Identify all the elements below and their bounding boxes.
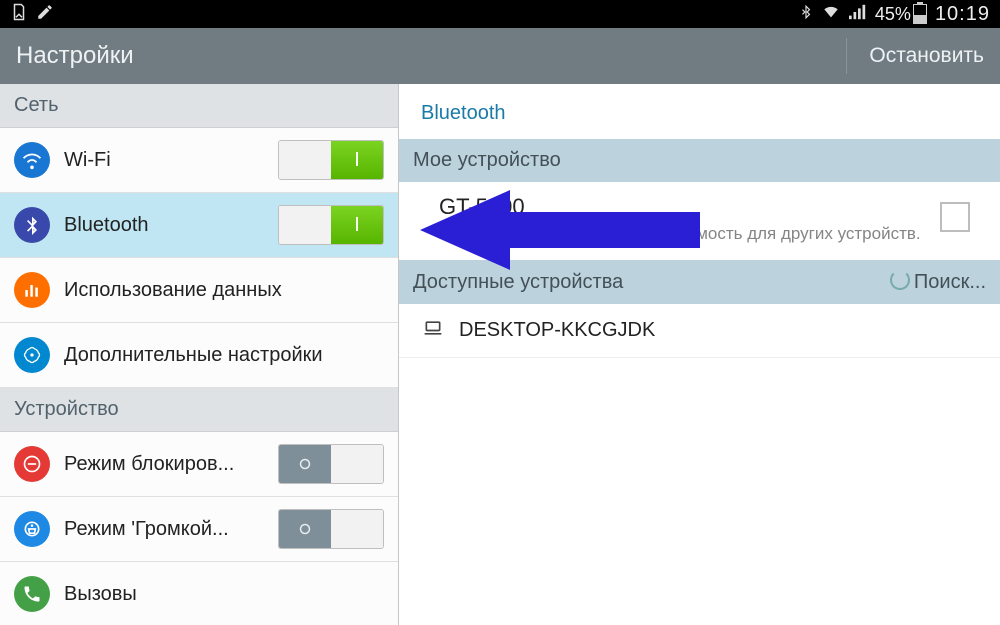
block-mode-icon <box>14 446 50 482</box>
sidebar-item-handsfree[interactable]: Режим 'Громкой... <box>0 497 398 562</box>
handsfree-icon <box>14 511 50 547</box>
content-pane: Bluetooth Мое устройство GT-5100 Выберит… <box>399 84 1000 625</box>
data-usage-label: Использование данных <box>64 279 384 302</box>
search-status: Поиск... <box>890 270 986 294</box>
bluetooth-label: Bluetooth <box>64 214 264 237</box>
sidebar-item-block-mode[interactable]: Режим блокиров... <box>0 432 398 497</box>
battery-indicator: 45% <box>875 4 927 25</box>
signal-icon <box>849 4 867 25</box>
bluetooth-icon <box>14 207 50 243</box>
block-mode-toggle[interactable] <box>278 444 384 484</box>
bluetooth-status-icon <box>799 3 813 26</box>
my-device-hint: Выберите, чтобы включить видимость для д… <box>439 224 960 244</box>
calls-label: Вызовы <box>64 583 384 606</box>
my-device-name: GT-5100 <box>439 194 960 220</box>
my-device-row[interactable]: GT-5100 Выберите, чтобы включить видимос… <box>399 182 1000 260</box>
battery-percent: 45% <box>875 4 911 25</box>
sidebar-item-calls[interactable]: Вызовы <box>0 562 398 625</box>
stop-button[interactable]: Остановить <box>846 38 984 74</box>
pencil-icon <box>36 3 54 26</box>
wifi-label: Wi-Fi <box>64 149 264 172</box>
wifi-toggle[interactable]: I <box>278 140 384 180</box>
action-bar: Настройки Остановить <box>0 28 1000 84</box>
content-title: Bluetooth <box>399 84 1000 139</box>
calls-icon <box>14 576 50 612</box>
section-device: Устройство <box>0 388 398 432</box>
device-name: DESKTOP-KKCGJDK <box>459 319 655 342</box>
wifi-status-icon <box>821 4 841 25</box>
sidebar-item-wifi[interactable]: Wi-Fi I <box>0 128 398 193</box>
sidebar-item-more[interactable]: Дополнительные настройки <box>0 323 398 388</box>
bluetooth-toggle[interactable]: I <box>278 205 384 245</box>
settings-sidebar: Сеть Wi-Fi I Bluetooth I Использование д… <box>0 84 399 625</box>
block-mode-label: Режим блокиров... <box>64 453 264 476</box>
page-title: Настройки <box>16 42 134 70</box>
handsfree-label: Режим 'Громкой... <box>64 518 264 541</box>
status-bar: 45% 10:19 <box>0 0 1000 28</box>
visibility-checkbox[interactable] <box>940 202 970 232</box>
more-icon <box>14 337 50 373</box>
data-usage-icon <box>14 272 50 308</box>
sidebar-item-bluetooth[interactable]: Bluetooth I <box>0 193 398 258</box>
handsfree-toggle[interactable] <box>278 509 384 549</box>
laptop-icon <box>421 318 445 343</box>
doc-icon <box>10 3 28 26</box>
clock: 10:19 <box>935 3 990 26</box>
wifi-icon <box>14 142 50 178</box>
available-device-row[interactable]: DESKTOP-KKCGJDK <box>399 304 1000 358</box>
sidebar-item-data-usage[interactable]: Использование данных <box>0 258 398 323</box>
section-network: Сеть <box>0 84 398 128</box>
my-device-header: Мое устройство <box>399 139 1000 182</box>
more-label: Дополнительные настройки <box>64 344 384 367</box>
available-devices-header: Доступные устройства Поиск... <box>399 260 1000 304</box>
spinner-icon <box>890 270 910 290</box>
